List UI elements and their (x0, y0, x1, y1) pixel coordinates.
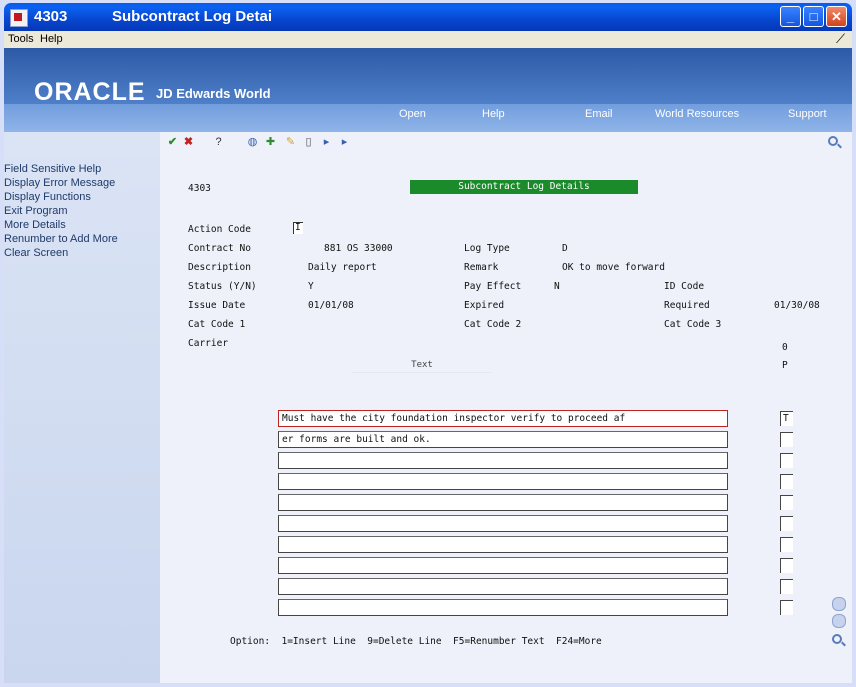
cat-code-3-label: Cat Code 3 (664, 319, 722, 330)
expired-label: Expired (464, 300, 505, 311)
text-line[interactable] (278, 515, 728, 532)
nav-help[interactable]: Help (482, 108, 505, 120)
nav-email[interactable]: Email (585, 108, 613, 120)
text-line[interactable] (278, 494, 728, 511)
program-id: 4303 (188, 183, 211, 194)
log-type-value: D (562, 243, 568, 254)
option-header-o: 0 (782, 342, 788, 353)
screen-title: Subcontract Log Details (410, 180, 638, 194)
inquire-icon[interactable]: ◍ (246, 136, 259, 149)
enter-check-icon[interactable]: ✔ (166, 136, 179, 149)
scroll-up-icon[interactable] (832, 597, 846, 611)
window-program-code: 4303 (34, 8, 68, 25)
status-value: Y (308, 281, 314, 292)
minimize-button[interactable]: _ (780, 6, 801, 27)
pay-effect-value: N (554, 281, 560, 292)
function-sidebar: Field Sensitive Help Display Error Messa… (4, 132, 160, 683)
pay-effect-label: Pay Effect (464, 281, 522, 292)
jde-world-logo-text: JD Edwards World (156, 86, 271, 101)
required-value: 01/30/08 (774, 300, 820, 311)
action-code-value: I (295, 222, 301, 233)
text-line[interactable]: er forms are built and ok. (278, 431, 728, 448)
option-field[interactable] (780, 432, 793, 447)
main-panel: ✔ ✖ ? ◍ ✚ ✎ ▯ ▸ ▸ 4303 Subcontract Log D… (160, 132, 852, 683)
description-label: Description (188, 262, 251, 273)
nav-support[interactable]: Support (788, 108, 827, 120)
option-field[interactable] (780, 558, 793, 573)
menu-bar: Tools Help ⟋ (4, 31, 852, 48)
remark-label: Remark (464, 262, 499, 273)
application-window: 4303 Subcontract Log Detai _ □ ✕ Tools H… (0, 0, 856, 687)
text-line[interactable] (278, 452, 728, 469)
menu-help[interactable]: Help (40, 33, 63, 45)
close-button[interactable]: ✕ (826, 6, 847, 27)
sidebar-item-display-functions[interactable]: Display Functions (4, 191, 91, 203)
text-line[interactable]: Must have the city foundation inspector … (278, 410, 728, 427)
help-icon[interactable]: ? (212, 136, 225, 149)
remark-value: OK to move forward (562, 262, 665, 273)
status-label: Status (Y/N) (188, 281, 257, 292)
option-field[interactable] (780, 579, 793, 594)
nav-open[interactable]: Open (399, 108, 426, 120)
change-pencil-icon[interactable]: ✎ (284, 136, 297, 149)
window-title: Subcontract Log Detai (112, 8, 273, 25)
option-footer: Option: 1=Insert Line 9=Delete Line F5=R… (230, 636, 602, 647)
search-icon[interactable] (828, 136, 838, 146)
text-line[interactable] (278, 473, 728, 490)
cat-code-2-label: Cat Code 2 (464, 319, 522, 330)
title-bar: 4303 Subcontract Log Detai _ □ ✕ (4, 3, 852, 31)
zoom-search-icon[interactable] (832, 634, 842, 644)
sidebar-item-display-error-message[interactable]: Display Error Message (4, 177, 115, 189)
resize-grip-icon: ⟋ (836, 31, 846, 46)
sidebar-item-exit-program[interactable]: Exit Program (4, 205, 68, 217)
sidebar-item-renumber[interactable]: Renumber to Add More (4, 233, 118, 245)
text-line[interactable] (278, 557, 728, 574)
toolbar: ✔ ✖ ? ◍ ✚ ✎ ▯ ▸ ▸ (160, 132, 852, 154)
maximize-button[interactable]: □ (803, 6, 824, 27)
cat-code-1-label: Cat Code 1 (188, 319, 246, 330)
issue-date-value: 01/01/08 (308, 300, 354, 311)
sidebar-item-more-details[interactable]: More Details (4, 219, 66, 231)
add-icon[interactable]: ✚ (264, 136, 277, 149)
description-value: Daily report (308, 262, 377, 273)
scroll-down-icon[interactable] (832, 614, 846, 628)
text-line[interactable] (278, 599, 728, 616)
app-icon[interactable] (10, 9, 28, 27)
delete-trash-icon[interactable]: ▯ (302, 136, 315, 149)
sidebar-item-clear-screen[interactable]: Clear Screen (4, 247, 68, 259)
oracle-logo: ORACLE (34, 78, 146, 106)
previous-record-icon[interactable]: ▸ (320, 136, 333, 149)
option-field[interactable] (780, 537, 793, 552)
id-code-label: ID Code (664, 281, 705, 292)
carrier-label: Carrier (188, 338, 229, 349)
sidebar-item-field-sensitive-help[interactable]: Field Sensitive Help (4, 163, 101, 175)
next-record-icon[interactable]: ▸ (338, 136, 351, 149)
option-field[interactable] (780, 453, 793, 468)
action-code-label: Action Code (188, 224, 251, 235)
cancel-x-icon[interactable]: ✖ (182, 136, 195, 149)
option-header-p: P (782, 360, 788, 371)
option-field[interactable] (780, 600, 793, 615)
required-label: Required (664, 300, 710, 311)
text-column-header: Text (352, 358, 492, 373)
menu-tools[interactable]: Tools (8, 33, 34, 45)
nav-world-resources[interactable]: World Resources (655, 108, 739, 120)
log-type-label: Log Type (464, 243, 510, 254)
option-field[interactable] (780, 495, 793, 510)
oracle-banner: ORACLE JD Edwards World Open Help Email … (4, 48, 852, 132)
option-field[interactable] (780, 474, 793, 489)
issue-date-label: Issue Date (188, 300, 246, 311)
text-line[interactable] (278, 536, 728, 553)
option-field[interactable] (780, 516, 793, 531)
option-field[interactable]: T (780, 411, 793, 426)
green-screen-form: 4303 Subcontract Log Details Action Code… (176, 156, 840, 676)
contract-no-value: 881 OS 33000 (324, 243, 393, 254)
text-line[interactable] (278, 578, 728, 595)
contract-no-label: Contract No (188, 243, 251, 254)
